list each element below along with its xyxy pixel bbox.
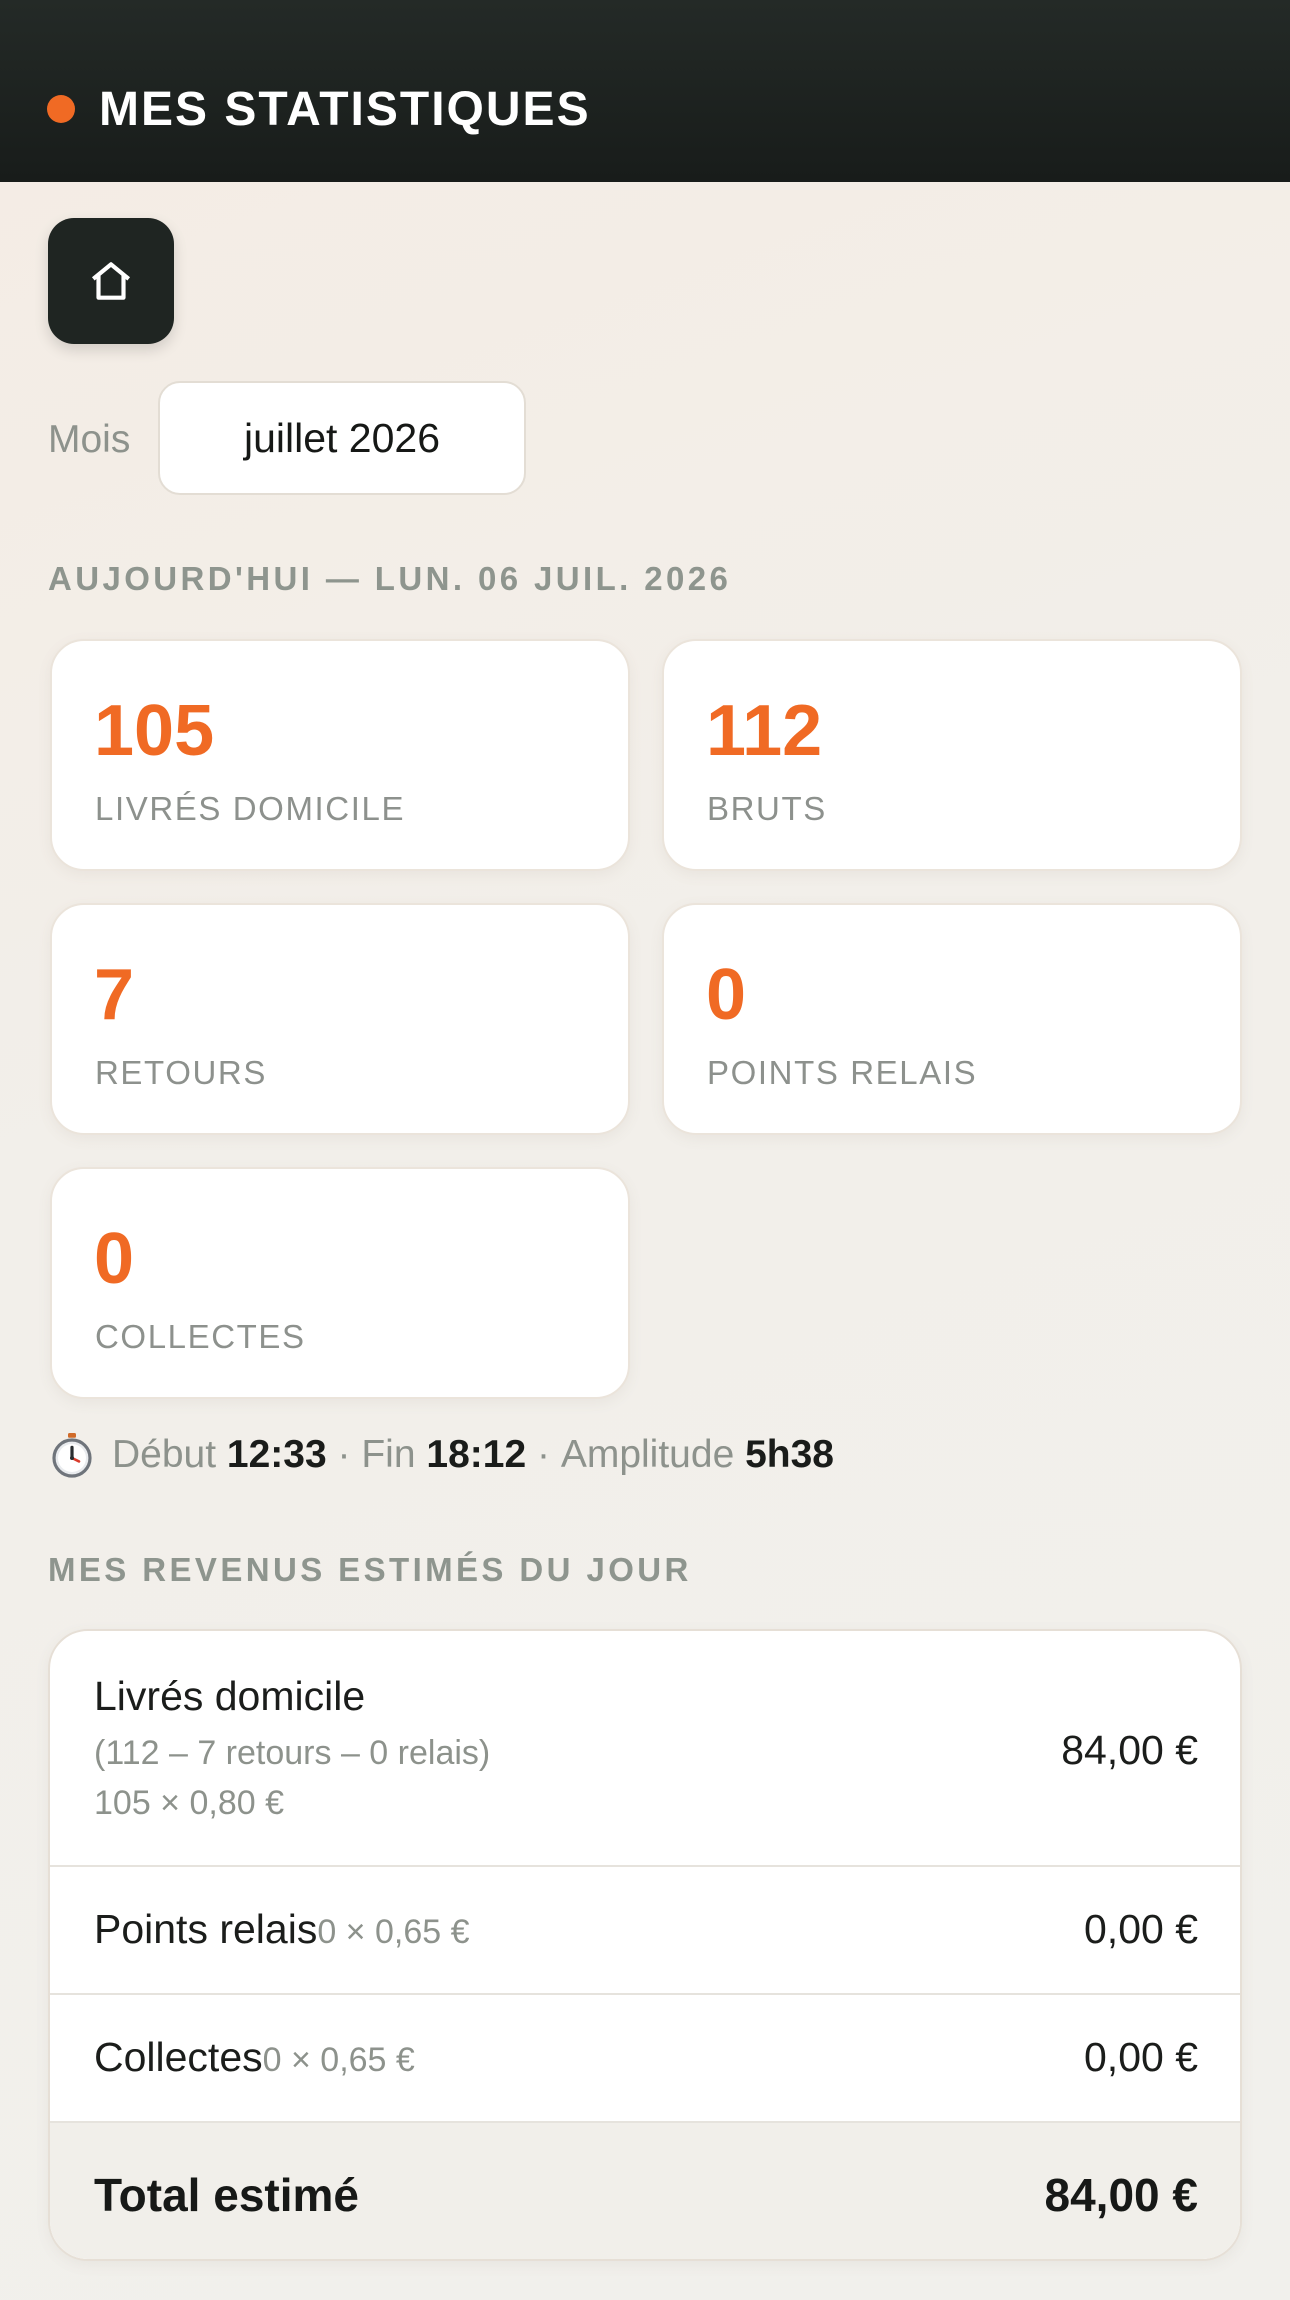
revenue-row-calc: 105 × 0,80 € <box>94 1784 285 1822</box>
revenue-row-amount: 84,00 € <box>1061 1727 1198 1773</box>
home-button[interactable] <box>48 218 174 344</box>
app-header: MES STATISTIQUES <box>0 0 1290 182</box>
stat-card-collectes: 0 COLLECTES <box>50 1167 630 1399</box>
amplitude-value: 5h38 <box>745 1433 835 1476</box>
end-label: Fin <box>361 1433 416 1476</box>
amplitude-label: Amplitude <box>560 1433 735 1476</box>
stopwatch-icon <box>52 1433 92 1478</box>
stat-card-points-relais: 0 POINTS RELAIS <box>662 903 1242 1135</box>
revenue-row-livres: Livrés domicile (112 – 7 retours – 0 rel… <box>50 1631 1240 1867</box>
revenue-row-detail: (112 – 7 retours – 0 relais) <box>94 1734 491 1772</box>
revenue-row-label: Livrés domicile <box>94 1673 366 1719</box>
revenue-row-points-relais: Points relais0 × 0,65 € 0,00 € <box>50 1867 1240 1995</box>
total-label: Total estimé <box>94 2169 359 2221</box>
month-label: Mois <box>48 418 131 461</box>
revenue-row-label: Collectes <box>94 2034 263 2080</box>
stat-value: 0 <box>706 955 747 1035</box>
separator: · <box>337 1433 351 1476</box>
today-section-title: AUJOURD'HUI — LUN. 06 JUIL. 2026 <box>48 560 732 597</box>
home-icon <box>91 262 131 300</box>
stat-value: 0 <box>94 1219 135 1299</box>
stat-card-bruts: 112 BRUTS <box>662 639 1242 871</box>
separator: · <box>536 1433 550 1476</box>
start-time: 12:33 <box>226 1433 327 1476</box>
start-label: Début <box>112 1433 217 1476</box>
stat-card-retours: 7 RETOURS <box>50 903 630 1135</box>
stat-label: RETOURS <box>95 1054 267 1091</box>
stat-value: 7 <box>94 955 135 1035</box>
revenue-row-amount: 0,00 € <box>1084 1906 1198 1952</box>
stat-value: 112 <box>706 691 823 771</box>
status-dot <box>47 95 75 123</box>
revenue-row-label: Points relais <box>94 1906 318 1952</box>
stat-label: BRUTS <box>707 790 827 827</box>
end-time: 18:12 <box>426 1433 527 1476</box>
revenue-row-amount: 0,00 € <box>1084 2034 1198 2080</box>
revenue-row-calc: 0 × 0,65 € <box>262 2041 415 2079</box>
stat-value: 105 <box>94 691 215 771</box>
revenue-card: Livrés domicile (112 – 7 retours – 0 rel… <box>48 1629 1242 2261</box>
stat-card-livres-domicile: 105 LIVRÉS DOMICILE <box>50 639 630 871</box>
stat-label: COLLECTES <box>95 1318 306 1355</box>
stat-label: POINTS RELAIS <box>707 1054 978 1091</box>
stat-label: LIVRÉS DOMICILE <box>95 790 406 827</box>
revenue-total-row: Total estimé 84,00 € <box>50 2123 1240 2259</box>
revenue-row-text: Points relais0 × 0,65 € <box>94 1904 470 1957</box>
total-amount: 84,00 € <box>1044 2169 1198 2221</box>
revenue-row-calc: 0 × 0,65 € <box>317 1913 470 1951</box>
month-select[interactable]: juillet 2026 <box>158 381 526 495</box>
revenue-row-collectes: Collectes0 × 0,65 € 0,00 € <box>50 1995 1240 2123</box>
work-timing: Début 12:33 · Fin 18:12 · Amplitude 5h38 <box>48 1430 834 1480</box>
page-title: MES STATISTIQUES <box>99 83 591 136</box>
revenue-section-title: MES REVENUS ESTIMÉS DU JOUR <box>48 1551 692 1588</box>
revenue-row-text: Collectes0 × 0,65 € <box>94 2032 415 2085</box>
